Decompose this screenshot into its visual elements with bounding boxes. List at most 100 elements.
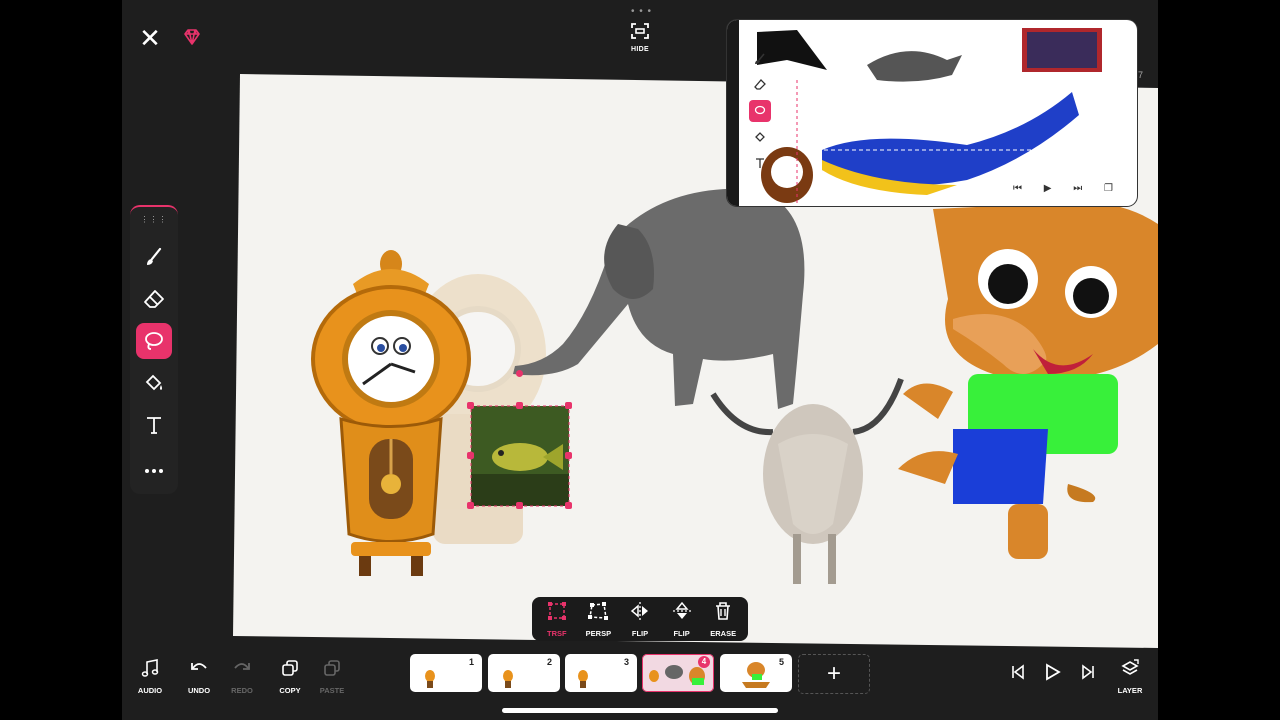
copy-label: COPY xyxy=(279,686,301,695)
pip-fill-icon xyxy=(749,126,771,148)
lasso-tool[interactable] xyxy=(136,323,172,359)
selection-handle[interactable] xyxy=(516,402,523,409)
transform-label: TRSF xyxy=(547,629,567,638)
flip-horizontal-button[interactable]: FLIP xyxy=(620,600,660,638)
add-frame-button[interactable]: + xyxy=(798,654,870,694)
music-note-icon xyxy=(141,659,159,677)
lasso-icon xyxy=(145,332,163,350)
text-tool[interactable] xyxy=(136,407,172,443)
redo-label: REDO xyxy=(231,686,253,695)
multitask-dots-icon[interactable]: • • • xyxy=(631,6,652,17)
paste-label: PASTE xyxy=(319,686,345,695)
perspective-icon xyxy=(588,602,609,620)
perspective-button[interactable]: PERSP xyxy=(578,600,618,638)
transform-button[interactable]: TRSF xyxy=(537,600,577,638)
pip-skip-forward-icon: ⏭ xyxy=(1073,183,1083,194)
skip-forward-icon xyxy=(1082,664,1094,680)
eraser-icon xyxy=(144,290,164,308)
play-button[interactable] xyxy=(1032,662,1072,687)
copy-icon xyxy=(282,660,298,676)
pip-eraser-icon xyxy=(749,74,771,96)
flip-vertical-button[interactable]: FLIP xyxy=(662,600,702,638)
audio-label: AUDIO xyxy=(137,686,163,695)
selection-handle[interactable] xyxy=(565,402,572,409)
erase-selection-button[interactable]: ERASE xyxy=(703,600,743,638)
frame-thumbnail[interactable]: 3 xyxy=(565,654,637,692)
pip-lasso-icon xyxy=(749,100,771,122)
frame-number: 1 xyxy=(468,657,474,667)
erase-label: ERASE xyxy=(710,629,737,638)
hide-label: HIDE xyxy=(631,46,649,53)
app-screen: ✕ • • • HIDE ⋮⋮⋮ ⏮ ▶ ⏭ ❐ 7 TRSF PERSP FL… xyxy=(122,0,1158,720)
paste-button[interactable]: PASTE xyxy=(312,658,352,695)
copy-button[interactable]: COPY xyxy=(270,658,310,695)
selection-handle[interactable] xyxy=(467,502,474,509)
frame-number-badge: 4 xyxy=(698,656,710,668)
eraser-tool[interactable] xyxy=(136,281,172,317)
next-frame-button[interactable] xyxy=(1068,664,1108,685)
text-icon xyxy=(147,417,161,434)
bottom-bar: AUDIO UNDO REDO COPY PASTE 1 2 3 4 5 + L… xyxy=(122,648,1158,720)
brush-icon xyxy=(147,247,162,265)
cartoon-monster xyxy=(898,201,1158,559)
pip-toolbar xyxy=(749,48,775,178)
pip-layer-icon: ❐ xyxy=(1104,183,1113,194)
more-icon xyxy=(145,469,163,473)
flip-horizontal-icon xyxy=(630,602,648,620)
elephant-photo xyxy=(513,188,805,409)
audio-button[interactable]: AUDIO xyxy=(130,658,170,695)
pip-content xyxy=(757,28,1102,206)
layer-label: LAYER xyxy=(1117,686,1143,695)
transform-icon xyxy=(547,602,566,620)
hide-button[interactable]: HIDE xyxy=(626,22,654,53)
layer-count-badge: 7 xyxy=(1138,70,1144,80)
selection-handle[interactable] xyxy=(516,502,523,509)
pip-skip-back-icon: ⏮ xyxy=(1013,183,1022,194)
frame-thumbnail[interactable]: 1 xyxy=(410,654,482,692)
flip-vertical-label: FLIP xyxy=(673,629,690,638)
home-indicator[interactable] xyxy=(502,708,778,713)
selection-action-bar: TRSF PERSP FLIP FLIP ERASE xyxy=(532,597,748,641)
perspective-label: PERSP xyxy=(585,629,612,638)
frame-number: 3 xyxy=(623,657,629,667)
paste-icon xyxy=(324,660,340,676)
pip-text-icon xyxy=(749,152,771,174)
undo-icon xyxy=(191,663,207,670)
pip-video-overlay[interactable]: ⏮ ▶ ⏭ ❐ xyxy=(727,20,1137,206)
tool-panel: ⋮⋮⋮ xyxy=(130,205,178,494)
frame-thumbnail[interactable]: 5 xyxy=(720,654,792,692)
selection-handle[interactable] xyxy=(565,452,572,459)
frame-number: 2 xyxy=(546,657,552,667)
flip-horizontal-label: FLIP xyxy=(631,629,649,638)
brush-tool[interactable] xyxy=(136,239,172,275)
layer-button[interactable]: LAYER xyxy=(1110,658,1150,695)
rotate-handle[interactable] xyxy=(516,370,523,377)
redo-icon xyxy=(234,663,250,670)
flip-vertical-icon xyxy=(672,601,691,619)
close-icon[interactable]: ✕ xyxy=(138,25,162,51)
play-icon xyxy=(1046,663,1061,681)
bull-photo xyxy=(710,377,904,584)
pip-playback-controls: ⏮ ▶ ⏭ ❐ xyxy=(1013,183,1113,194)
redo-button[interactable]: REDO xyxy=(222,658,262,695)
more-tool[interactable] xyxy=(136,453,172,489)
fill-icon xyxy=(145,374,162,391)
fish-image-selected[interactable] xyxy=(470,405,570,507)
hide-icon xyxy=(631,23,649,39)
selection-handle[interactable] xyxy=(467,402,474,409)
layers-icon xyxy=(1121,659,1139,675)
frame-thumbnail[interactable]: 2 xyxy=(488,654,560,692)
trash-icon xyxy=(716,602,731,620)
pip-brush-icon xyxy=(749,48,771,70)
pip-play-icon: ▶ xyxy=(1043,183,1052,194)
undo-label: UNDO xyxy=(187,686,211,695)
selection-handle[interactable] xyxy=(467,452,474,459)
skip-back-icon xyxy=(1012,664,1024,680)
frame-number: 5 xyxy=(778,657,784,667)
undo-button[interactable]: UNDO xyxy=(179,658,219,695)
frame-thumbnail-current[interactable]: 4 xyxy=(642,654,714,692)
selection-handle[interactable] xyxy=(565,502,572,509)
premium-gem-icon[interactable] xyxy=(182,27,204,49)
panel-grip-icon[interactable]: ⋮⋮⋮ xyxy=(130,215,178,224)
fill-tool[interactable] xyxy=(136,365,172,401)
